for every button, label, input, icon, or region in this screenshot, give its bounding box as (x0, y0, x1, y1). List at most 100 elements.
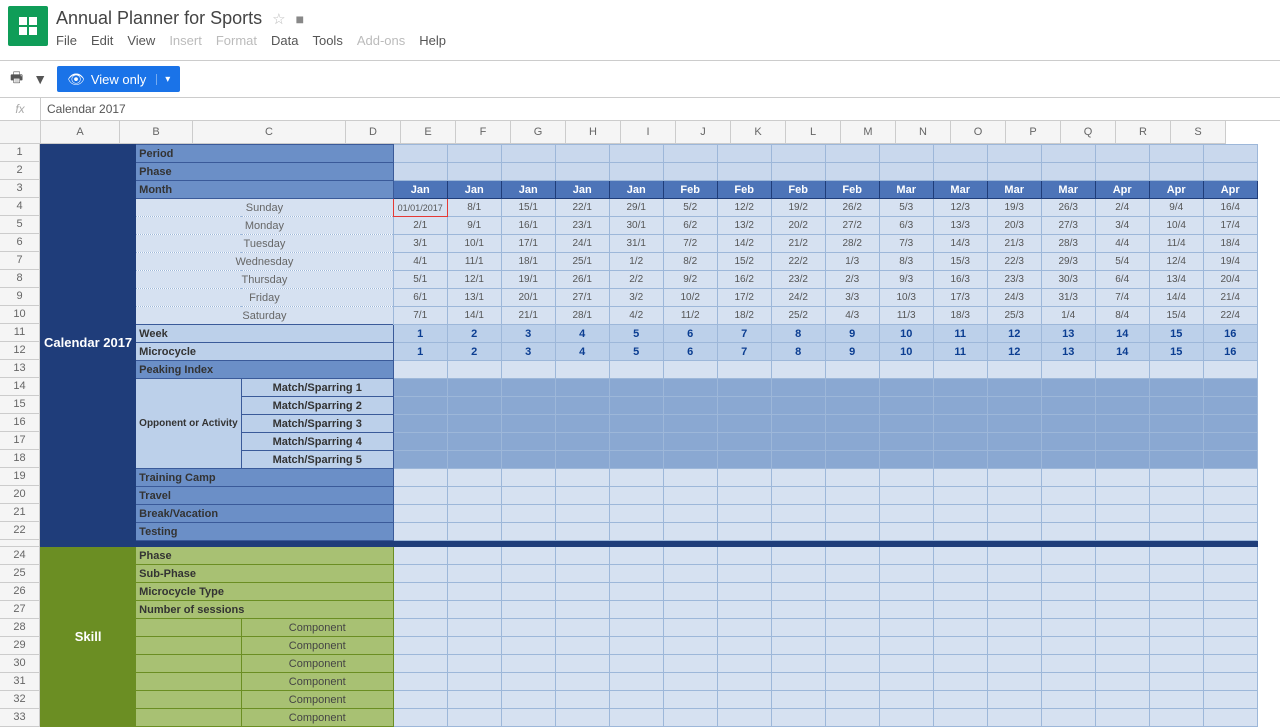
cell[interactable] (987, 505, 1041, 523)
cell[interactable] (555, 505, 609, 523)
row-header[interactable]: 13 (0, 360, 40, 378)
cell[interactable] (825, 523, 879, 541)
cell[interactable] (609, 619, 663, 637)
col-header[interactable]: C (193, 121, 346, 144)
cell[interactable] (825, 487, 879, 505)
cell[interactable]: Match/Sparring 1 (241, 379, 393, 397)
cell[interactable]: 12 (987, 325, 1041, 343)
cell[interactable] (393, 637, 447, 655)
cell[interactable] (447, 145, 501, 163)
cell[interactable]: 6/2 (663, 217, 717, 235)
row-header[interactable]: 33 (0, 709, 40, 727)
cell[interactable] (447, 655, 501, 673)
cell[interactable] (825, 565, 879, 583)
cell[interactable] (1203, 145, 1257, 163)
cell[interactable]: 18/3 (933, 307, 987, 325)
cell[interactable]: 20/4 (1203, 271, 1257, 289)
cell[interactable] (717, 505, 771, 523)
cell[interactable] (609, 601, 663, 619)
cell[interactable]: 18/2 (717, 307, 771, 325)
cell[interactable]: 10/3 (879, 289, 933, 307)
cell[interactable]: 2 (447, 343, 501, 361)
cell[interactable]: 28/3 (1041, 235, 1095, 253)
cell[interactable] (1041, 397, 1095, 415)
cell[interactable]: 12/2 (717, 199, 771, 217)
cell[interactable] (879, 379, 933, 397)
row-header[interactable]: 24 (0, 547, 40, 565)
cell[interactable] (609, 547, 663, 565)
cell[interactable] (987, 601, 1041, 619)
cell[interactable] (879, 361, 933, 379)
cell[interactable]: Sub-Phase (136, 565, 394, 583)
cell[interactable]: 12 (987, 343, 1041, 361)
cell[interactable] (663, 469, 717, 487)
cell[interactable]: 10 (879, 325, 933, 343)
cell[interactable] (609, 469, 663, 487)
cell[interactable]: 5 (609, 325, 663, 343)
cell[interactable] (555, 163, 609, 181)
cell[interactable] (555, 655, 609, 673)
row-header[interactable]: 5 (0, 216, 40, 234)
cell[interactable] (771, 637, 825, 655)
cell[interactable] (717, 433, 771, 451)
cell[interactable]: Mar (933, 181, 987, 199)
cell[interactable] (825, 415, 879, 433)
row-header[interactable]: 6 (0, 234, 40, 252)
col-header[interactable]: D (346, 121, 401, 144)
cell[interactable] (1149, 505, 1203, 523)
cell[interactable]: 3 (501, 343, 555, 361)
cell[interactable] (393, 505, 447, 523)
cell[interactable] (609, 361, 663, 379)
cell[interactable]: 4/4 (1095, 235, 1149, 253)
cell[interactable]: 2/2 (609, 271, 663, 289)
cell[interactable] (663, 145, 717, 163)
cell[interactable] (879, 655, 933, 673)
cell[interactable] (1095, 547, 1149, 565)
cell[interactable]: 6/4 (1095, 271, 1149, 289)
cell[interactable]: 1/3 (825, 253, 879, 271)
row-header[interactable]: 4 (0, 198, 40, 216)
cell[interactable] (501, 433, 555, 451)
cell[interactable] (987, 709, 1041, 727)
cell[interactable] (771, 565, 825, 583)
cell[interactable] (825, 547, 879, 565)
cell[interactable]: 7 (717, 343, 771, 361)
cell[interactable] (393, 163, 447, 181)
cell[interactable]: Apr (1095, 181, 1149, 199)
cell[interactable] (1149, 691, 1203, 709)
cell[interactable] (663, 163, 717, 181)
cell[interactable]: 3/4 (1095, 217, 1149, 235)
cell[interactable] (501, 505, 555, 523)
cell[interactable] (879, 565, 933, 583)
cell[interactable] (771, 547, 825, 565)
cell[interactable]: 23/2 (771, 271, 825, 289)
cell[interactable]: Friday (136, 289, 394, 307)
cell[interactable]: Match/Sparring 2 (241, 397, 393, 415)
row-header[interactable]: 2 (0, 162, 40, 180)
cell[interactable] (1203, 379, 1257, 397)
cell[interactable] (717, 451, 771, 469)
cell[interactable] (1041, 547, 1095, 565)
cell[interactable] (501, 673, 555, 691)
cell[interactable] (717, 487, 771, 505)
row-header[interactable]: 21 (0, 504, 40, 522)
cell[interactable] (1041, 601, 1095, 619)
cell[interactable]: 2/1 (393, 217, 447, 235)
cell[interactable]: Wednesday (136, 253, 394, 271)
col-header[interactable]: M (841, 121, 896, 144)
col-header[interactable]: P (1006, 121, 1061, 144)
cell[interactable] (987, 523, 1041, 541)
row-header[interactable]: 18 (0, 450, 40, 468)
cell[interactable] (1041, 451, 1095, 469)
row-header[interactable]: 28 (0, 619, 40, 637)
cell[interactable]: 27/1 (555, 289, 609, 307)
cell[interactable] (447, 487, 501, 505)
cell[interactable]: 2/4 (1095, 199, 1149, 217)
print-icon[interactable]: 🖶 (10, 67, 23, 91)
cell[interactable]: Skill (41, 547, 136, 727)
cell[interactable] (1203, 709, 1257, 727)
col-header[interactable]: K (731, 121, 786, 144)
cell[interactable] (663, 637, 717, 655)
sheets-logo[interactable] (8, 6, 48, 46)
cell[interactable]: 8/3 (879, 253, 933, 271)
